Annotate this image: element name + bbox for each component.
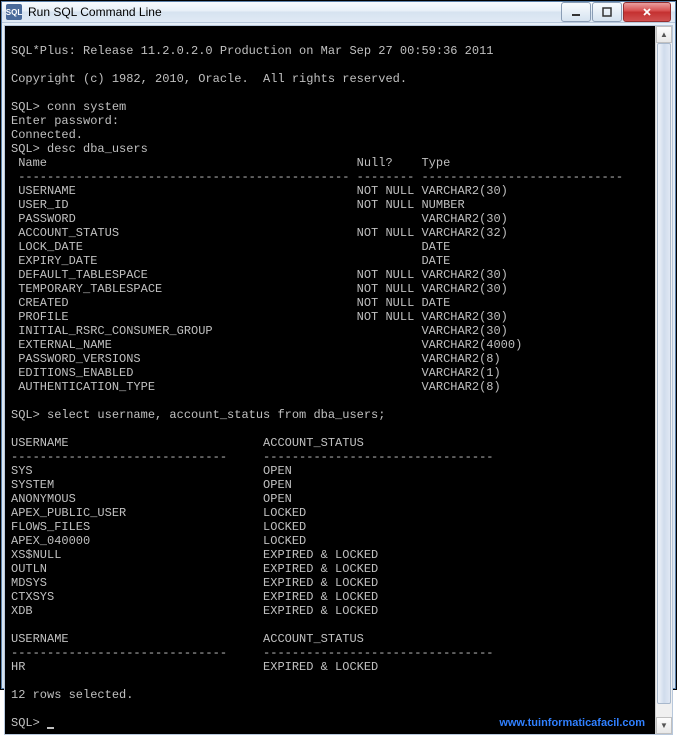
window-controls [561,2,671,22]
scroll-thumb[interactable] [657,43,671,704]
scroll-up-arrow-icon[interactable]: ▲ [656,26,672,43]
titlebar[interactable]: SQL Run SQL Command Line [2,2,675,23]
content-area: SQL*Plus: Release 11.2.0.2.0 Production … [4,25,673,735]
window-title: Run SQL Command Line [28,5,561,19]
maximize-button[interactable] [592,2,622,22]
vertical-scrollbar[interactable]: ▲ ▼ [655,26,672,734]
minimize-button[interactable] [561,2,591,22]
terminal-cursor [47,727,54,729]
scroll-down-arrow-icon[interactable]: ▼ [656,717,672,734]
close-button[interactable] [623,2,671,22]
watermark-link: www.tuinformaticafacil.com [499,716,645,730]
scroll-track[interactable] [656,43,672,717]
app-icon: SQL [6,4,22,20]
terminal-output[interactable]: SQL*Plus: Release 11.2.0.2.0 Production … [5,26,655,734]
app-window: SQL Run SQL Command Line SQL*Plus: Relea… [1,1,676,689]
